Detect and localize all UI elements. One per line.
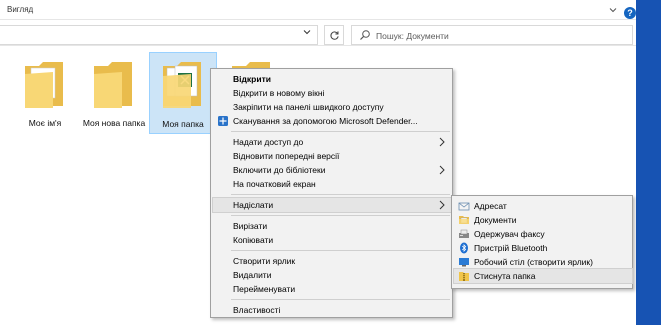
submenu-item-label: Адресат (474, 201, 507, 211)
menu-separator (231, 131, 450, 132)
folder-icon (25, 62, 63, 108)
context-menu: Відкрити Відкрити в новому вікні Закріпи… (210, 68, 453, 318)
bluetooth-icon (458, 242, 470, 254)
folder-label: Моє ім'я (28, 118, 62, 128)
folder-label: Моя нова папка (82, 118, 146, 128)
submenu-item-label: Стиснута папка (474, 271, 536, 281)
submenu-item-bluetooth[interactable]: Пристрій Bluetooth (454, 241, 632, 255)
menu-item-label: Надати доступ до (233, 137, 304, 147)
menu-separator (231, 250, 450, 251)
background-window-strip (636, 0, 661, 325)
defender-icon (217, 115, 229, 127)
menu-item-include-library[interactable]: Включити до бібліотеки (213, 163, 452, 177)
menu-item-cut[interactable]: Вирізати (213, 219, 452, 233)
refresh-icon (329, 30, 339, 40)
mail-recipient-icon (458, 200, 470, 212)
submenu-item-mail-recipient[interactable]: Адресат (454, 199, 632, 213)
folder-icon (163, 62, 201, 108)
submenu-item-fax[interactable]: Одержувач факсу (454, 227, 632, 241)
fax-icon (458, 228, 470, 240)
search-input[interactable] (376, 29, 626, 42)
menu-item-open[interactable]: Відкрити (213, 72, 452, 86)
zip-folder-icon (458, 270, 470, 282)
menu-item-properties[interactable]: Властивості (213, 303, 452, 317)
chevron-right-icon (438, 137, 446, 147)
submenu-item-label: Пристрій Bluetooth (474, 243, 548, 253)
chevron-down-icon[interactable] (609, 6, 617, 14)
submenu-item-label: Документи (474, 215, 517, 225)
menu-item-give-access[interactable]: Надати доступ до (213, 135, 452, 149)
menu-item-label: Надіслати (233, 200, 274, 210)
menu-item-pin-start[interactable]: На початковий екран (213, 177, 452, 191)
chevron-right-icon (438, 200, 446, 210)
menu-separator (231, 194, 450, 195)
search-box[interactable] (351, 25, 633, 45)
menu-separator (231, 215, 450, 216)
submenu-item-documents[interactable]: Документи (454, 213, 632, 227)
help-icon[interactable]: ? (624, 7, 636, 19)
address-history-chevron-icon[interactable] (300, 25, 314, 39)
send-to-submenu: Адресат Документи Одержувач факсу Пристр… (451, 195, 633, 289)
folder-item[interactable]: Моє ім'я (11, 52, 79, 134)
address-bar[interactable] (0, 25, 318, 45)
tab-view[interactable]: Вигляд (7, 5, 33, 14)
desktop-icon (458, 256, 470, 268)
submenu-item-desktop-shortcut[interactable]: Робочий стіл (створити ярлик) (454, 255, 632, 269)
menu-item-label: Сканування за допомогою Microsoft Defend… (233, 116, 418, 126)
submenu-item-label: Робочий стіл (створити ярлик) (474, 257, 593, 267)
folder-icon (94, 62, 132, 108)
menu-item-pin-quick-access[interactable]: Закріпити на панелі швидкого доступу (213, 100, 452, 114)
submenu-item-compressed-folder[interactable]: Стиснута папка (453, 268, 633, 284)
submenu-item-label: Одержувач факсу (474, 229, 545, 239)
menu-item-open-new-window[interactable]: Відкрити в новому вікні (213, 86, 452, 100)
menu-item-rename[interactable]: Перейменувати (213, 282, 452, 296)
folder-item[interactable]: Моя нова папка (80, 52, 148, 134)
menu-item-restore-versions[interactable]: Відновити попередні версії (213, 149, 452, 163)
refresh-button[interactable] (324, 25, 344, 45)
menu-item-defender-scan[interactable]: Сканування за допомогою Microsoft Defend… (213, 114, 452, 128)
documents-icon (458, 214, 470, 226)
folder-label: Моя папка (162, 119, 204, 129)
chevron-right-icon (438, 165, 446, 175)
menu-item-create-shortcut[interactable]: Створити ярлик (213, 254, 452, 268)
address-row (0, 22, 636, 46)
search-icon (359, 29, 371, 41)
menu-item-label: Включити до бібліотеки (233, 165, 326, 175)
menu-item-send-to[interactable]: Надіслати (212, 197, 453, 213)
ribbon: Вигляд ? (0, 0, 636, 20)
explorer-window: Вигляд ? Пошук: Документи Моє ім'я Моя н… (0, 0, 661, 325)
menu-item-delete[interactable]: Видалити (213, 268, 452, 282)
menu-separator (231, 299, 450, 300)
menu-item-copy[interactable]: Копіювати (213, 233, 452, 247)
folder-item-selected[interactable]: Моя папка (149, 52, 217, 134)
